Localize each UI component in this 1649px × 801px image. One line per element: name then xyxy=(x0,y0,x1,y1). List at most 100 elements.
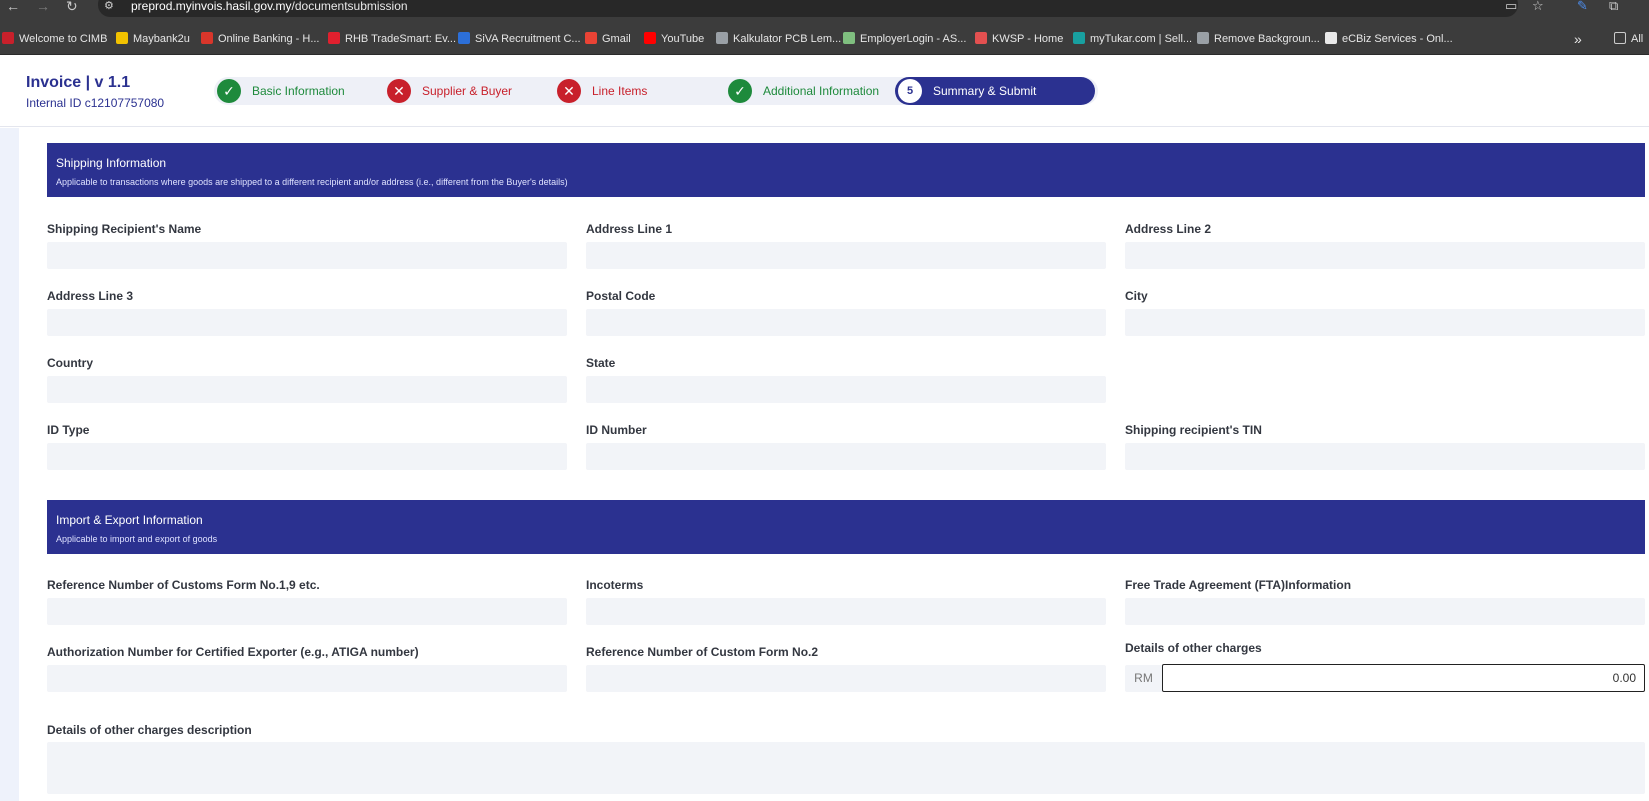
bookmark-item[interactable]: Welcome to CIMB xyxy=(2,31,107,47)
import-export-section-header: Import & Export Information Applicable t… xyxy=(47,500,1645,554)
bookmark-favicon-icon xyxy=(644,32,656,44)
incoterms-input[interactable] xyxy=(586,598,1106,625)
section-description: Applicable to transactions where goods a… xyxy=(56,177,568,187)
bookmark-favicon-icon xyxy=(975,32,987,44)
check-icon: ✓ xyxy=(217,79,241,103)
step-label: Line Items xyxy=(592,84,648,98)
bookmark-favicon-icon xyxy=(1073,32,1085,44)
step-label: Basic Information xyxy=(252,84,345,98)
left-rail xyxy=(0,128,19,801)
id-type-select[interactable] xyxy=(47,443,567,470)
error-x-icon: ✕ xyxy=(387,79,411,103)
other-charges-input[interactable] xyxy=(1162,664,1645,692)
state-label: State xyxy=(586,356,616,370)
address3-input[interactable] xyxy=(47,309,567,336)
bookmark-favicon-icon xyxy=(201,32,213,44)
id-number-input[interactable] xyxy=(586,443,1106,470)
bookmark-item[interactable]: KWSP - Home xyxy=(975,31,1063,47)
address2-label: Address Line 2 xyxy=(1125,222,1212,236)
other-charges-desc-textarea[interactable] xyxy=(47,742,1645,794)
address3-label: Address Line 3 xyxy=(47,289,134,303)
install-app-icon[interactable]: ▭ xyxy=(1505,0,1517,12)
bookmark-item[interactable]: myTukar.com | Sell... xyxy=(1073,31,1192,47)
bookmark-item[interactable]: Gmail xyxy=(585,31,631,47)
bookmark-favicon-icon xyxy=(116,32,128,44)
bookmark-item[interactable]: Kalkulator PCB Lem... xyxy=(716,31,841,47)
bookmark-label: Welcome to CIMB xyxy=(19,33,108,45)
bookmark-item[interactable]: Online Banking - H... xyxy=(201,31,320,47)
check-icon: ✓ xyxy=(728,79,752,103)
customs-ref2-input[interactable] xyxy=(586,665,1106,692)
auth-number-input[interactable] xyxy=(47,665,567,692)
bookmark-item[interactable]: Remove Backgroun... xyxy=(1197,31,1320,47)
bookmarks-overflow-icon[interactable]: » xyxy=(1574,31,1582,47)
browser-toolbar: ← → ↻ ⚙ preprod.myinvois.hasil.gov.my/do… xyxy=(0,0,1649,23)
url-text[interactable]: preprod.myinvois.hasil.gov.my/documentsu… xyxy=(131,0,408,13)
bookmark-label: Maybank2u xyxy=(133,33,190,45)
bookmark-favicon-icon xyxy=(1325,32,1337,44)
bookmark-item[interactable]: eCBiz Services - Onl... xyxy=(1325,31,1453,47)
all-bookmarks-button[interactable]: All xyxy=(1614,31,1643,47)
bookmark-item[interactable]: SiVA Recruitment C... xyxy=(458,31,581,47)
bookmark-label: Online Banking - H... xyxy=(218,33,320,45)
bookmark-label: KWSP - Home xyxy=(992,33,1064,45)
bookmark-label: YouTube xyxy=(661,33,705,45)
all-bookmarks-label: All xyxy=(1631,33,1644,45)
bookmark-favicon-icon xyxy=(1197,32,1209,44)
step-label: Summary & Submit xyxy=(933,84,1037,98)
postal-code-label: Postal Code xyxy=(586,289,656,303)
customs-ref2-label: Reference Number of Custom Form No.2 xyxy=(586,645,819,659)
address2-input[interactable] xyxy=(1125,242,1645,269)
error-x-icon: ✕ xyxy=(557,79,581,103)
bookmark-item[interactable]: RHB TradeSmart: Ev... xyxy=(328,31,456,47)
customs-ref-input[interactable] xyxy=(47,598,567,625)
customs-ref-label: Reference Number of Customs Form No.1,9 … xyxy=(47,578,320,592)
internal-id: Internal ID c12107757080 xyxy=(26,96,165,110)
section-description: Applicable to import and export of goods xyxy=(56,534,218,544)
section-title: Shipping Information xyxy=(56,156,167,170)
section-title: Import & Export Information xyxy=(56,513,203,527)
recipient-name-input[interactable] xyxy=(47,242,567,269)
back-arrow-icon[interactable]: ← xyxy=(6,0,20,16)
step-number: 5 xyxy=(898,79,922,103)
bookmark-star-icon[interactable]: ☆ xyxy=(1532,0,1544,12)
reload-icon[interactable]: ↻ xyxy=(66,0,78,16)
bookmark-favicon-icon xyxy=(2,32,14,44)
form-content: Shipping Information Applicable to trans… xyxy=(19,128,1649,801)
bookmark-item[interactable]: YouTube xyxy=(644,31,704,47)
progress-stepper: ✓ Basic Information ✕ Supplier & Buyer ✕ Line… xyxy=(214,77,1098,105)
state-select[interactable] xyxy=(586,376,1106,403)
currency-prefix: RM xyxy=(1125,665,1162,692)
folder-icon xyxy=(1614,32,1626,44)
tin-label: Shipping recipient's TIN xyxy=(1125,423,1262,437)
incoterms-label: Incoterms xyxy=(586,578,644,592)
bookmark-favicon-icon xyxy=(328,32,340,44)
address1-input[interactable] xyxy=(586,242,1106,269)
extension-pen-icon[interactable]: ✎ xyxy=(1577,0,1588,12)
city-input[interactable] xyxy=(1125,309,1645,336)
page-title: Invoice | v 1.1 xyxy=(26,74,131,91)
postal-code-input[interactable] xyxy=(586,309,1106,336)
fta-input[interactable] xyxy=(1125,598,1645,625)
bookmark-label: RHB TradeSmart: Ev... xyxy=(345,33,457,45)
bookmark-label: myTukar.com | Sell... xyxy=(1090,33,1193,45)
country-select[interactable] xyxy=(47,376,567,403)
site-info-icon[interactable]: ⚙ xyxy=(104,0,114,12)
extensions-puzzle-icon[interactable]: ⧉ xyxy=(1609,0,1618,12)
bookmark-label: SiVA Recruitment C... xyxy=(475,33,581,45)
forward-arrow-icon[interactable]: → xyxy=(36,0,50,16)
bookmark-favicon-icon xyxy=(458,32,470,44)
step-5[interactable]: 5 Summary & Submit xyxy=(895,77,1095,105)
bookmark-item[interactable]: EmployerLogin - AS... xyxy=(843,31,966,47)
id-number-label: ID Number xyxy=(586,423,647,437)
other-charges-desc-label: Details of other charges description xyxy=(47,723,252,737)
tin-input[interactable] xyxy=(1125,443,1645,470)
step-label: Additional Information xyxy=(763,84,880,98)
bookmark-label: Kalkulator PCB Lem... xyxy=(733,33,842,45)
fta-label: Free Trade Agreement (FTA)Information xyxy=(1125,578,1352,592)
bookmark-favicon-icon xyxy=(843,32,855,44)
bookmark-item[interactable]: Maybank2u xyxy=(116,31,190,47)
address1-label: Address Line 1 xyxy=(586,222,673,236)
country-label: Country xyxy=(47,356,93,370)
bookmark-label: Remove Backgroun... xyxy=(1214,33,1320,45)
